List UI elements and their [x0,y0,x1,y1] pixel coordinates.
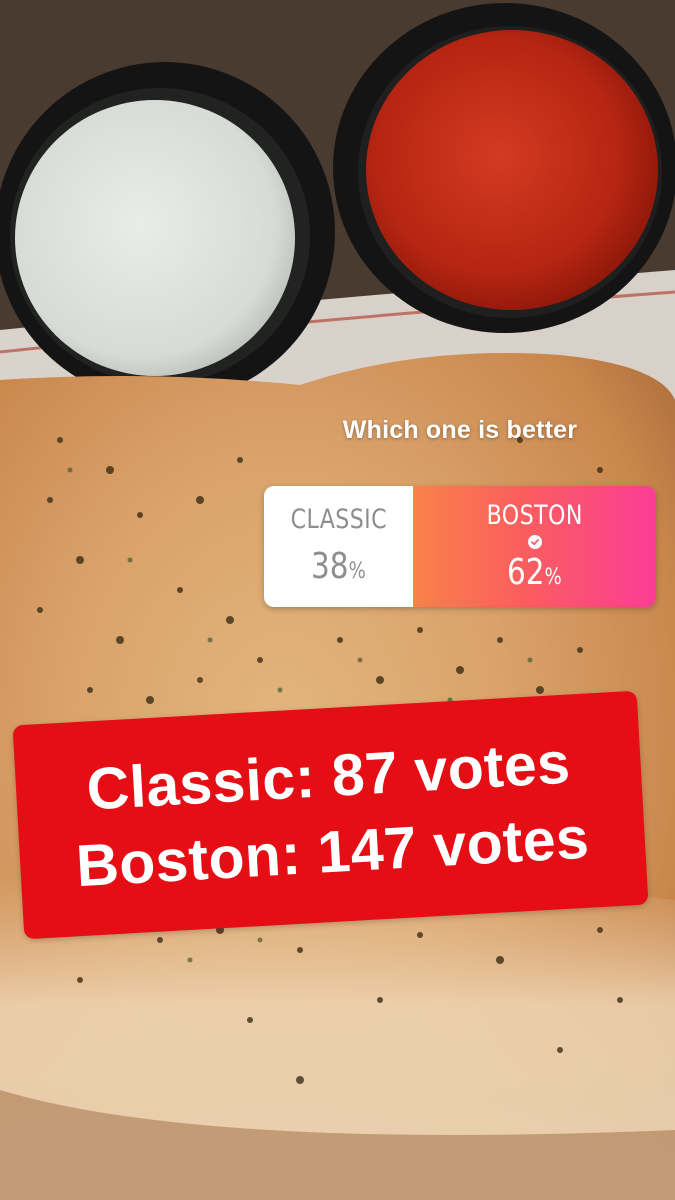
poll-option-label: BOSTON [486,500,583,531]
poll-question: Which one is better [342,416,578,444]
poll-option-percent: 38% [311,546,366,587]
marinara-dip-cup-icon [333,3,675,333]
vote-count-sticker: Classic: 87 votes Boston: 147 votes [12,690,649,940]
poll-option-label: CLASSIC [290,504,387,535]
poll-sticker: CLASSIC 38% BOSTON 62% [264,486,656,607]
checkmark-icon [527,535,542,549]
ranch-dip-cup-icon [0,62,335,402]
poll-option-boston[interactable]: BOSTON 62% [413,486,656,607]
poll-option-percent: 62% [507,552,562,593]
story-frame: Which one is better CLASSIC 38% BOSTON 6… [0,0,675,1200]
poll-option-classic[interactable]: CLASSIC 38% [264,486,413,607]
